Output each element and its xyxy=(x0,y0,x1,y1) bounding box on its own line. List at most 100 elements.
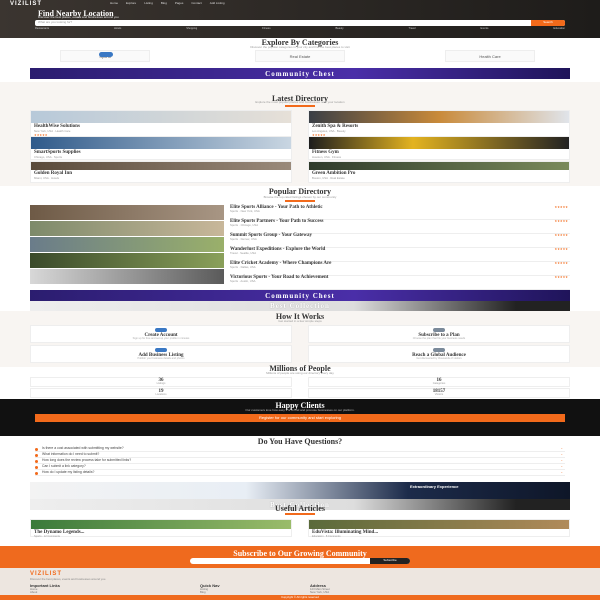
listing-card[interactable]: Golden Royal Inn Miami, USA · Hotels xyxy=(30,161,292,183)
popular-subtitle: Browse the top-rated listings chosen by … xyxy=(263,195,337,199)
faq-item[interactable]: How long does the review process take fo… xyxy=(35,458,565,464)
listing-title[interactable]: HealthWise Solutions xyxy=(31,123,291,130)
chevron-down-icon[interactable]: ⌄ xyxy=(560,464,563,468)
pill[interactable]: Education xyxy=(553,27,565,31)
banner-text: Community Chest xyxy=(265,69,335,78)
bullet-icon xyxy=(35,447,38,451)
popular-image[interactable] xyxy=(30,205,224,220)
stat-label: Locations xyxy=(155,393,167,397)
listing-card[interactable]: SmartSports Supplies Chicago, USA · Spor… xyxy=(30,136,292,160)
faq-question[interactable]: How do I update my listing details? xyxy=(42,470,94,475)
stat-label: Categories xyxy=(432,382,446,386)
nav-item[interactable]: Home xyxy=(110,1,118,5)
listing-meta: Miami, USA · Hotels xyxy=(34,176,60,180)
site-logo[interactable]: VIZILIST xyxy=(10,1,42,7)
faq-title: Do You Have Questions? xyxy=(257,437,343,446)
listing-image xyxy=(309,137,569,149)
pill[interactable]: Hotels xyxy=(114,27,121,31)
popular-row[interactable]: Elite Cricket Academy - Where Champions … xyxy=(230,261,570,276)
chevron-down-icon[interactable]: ⌄ xyxy=(560,458,563,462)
faq-question[interactable]: What information do I need to submit? xyxy=(42,452,99,457)
popular-row-meta: Sports · Denver, USA xyxy=(230,237,257,241)
popular-row-rating: ★★★★★ xyxy=(554,275,568,279)
listing-card[interactable]: Fitness Gym Houston, USA · Fitness xyxy=(308,136,570,160)
chevron-down-icon[interactable]: ⌄ xyxy=(560,446,563,450)
popular-image[interactable] xyxy=(30,253,224,268)
article-title[interactable]: EduVista: Illuminating Mind... xyxy=(309,529,569,536)
pill[interactable]: Beauty xyxy=(335,27,343,31)
category-card[interactable]: Real Estate xyxy=(255,50,345,62)
faq-item[interactable]: How do I update my listing details? ⌄ xyxy=(35,470,565,476)
popular-image[interactable] xyxy=(30,221,224,236)
promo-banner[interactable]: Community Chest xyxy=(30,68,570,79)
category-card[interactable]: Health Care xyxy=(445,50,535,62)
listing-card[interactable]: Green Ambition Pro Boston, USA · Real Es… xyxy=(308,161,570,183)
search-input[interactable]: What are you looking for? xyxy=(38,20,72,24)
popular-row-meta: Sports · Austin, USA xyxy=(230,279,256,283)
article-card[interactable]: EduVista: Illuminating Mind... Education … xyxy=(308,519,570,538)
faq-item[interactable]: Is there a cost associated with submitti… xyxy=(35,446,565,452)
nav-item[interactable]: Explore xyxy=(126,1,136,5)
pill[interactable]: Events xyxy=(481,27,489,31)
popular-image[interactable] xyxy=(30,269,224,284)
title-underline xyxy=(285,200,315,202)
listing-title[interactable]: SmartSports Supplies xyxy=(31,149,291,156)
popular-row-rating: ★★★★★ xyxy=(554,261,568,265)
pill[interactable]: Shopping xyxy=(186,27,197,31)
chevron-down-icon[interactable]: ⌄ xyxy=(560,452,563,456)
listing-title[interactable]: Zenith Spa & Resorts xyxy=(309,123,569,130)
listing-image xyxy=(309,162,569,170)
collection-text: Best Collection xyxy=(270,302,330,310)
popular-row[interactable]: Elite Sports Alliance - Your Path to Ath… xyxy=(230,205,570,220)
nav-item[interactable]: Listing xyxy=(144,1,153,5)
pill[interactable]: Travel xyxy=(408,27,415,31)
nav-item[interactable]: Contact xyxy=(191,1,201,5)
promo-banner[interactable]: Community Chest xyxy=(30,290,570,301)
listing-icon xyxy=(155,348,167,352)
popular-row[interactable]: Elite Sports Partners - Your Path to Suc… xyxy=(230,219,570,234)
pill[interactable]: Restaurants xyxy=(35,27,49,31)
faq-question[interactable]: Can I submit a link category? xyxy=(42,464,86,469)
categories-subtitle: Discover the popular categories in your … xyxy=(250,45,350,49)
bullet-icon xyxy=(35,471,38,475)
search-bar[interactable]: What are you looking for? Search xyxy=(35,20,565,26)
popular-row[interactable]: Summit Sports Group - Your Gateway Sports… xyxy=(230,233,570,248)
footer-link[interactable]: About xyxy=(30,590,130,594)
clients-text: Our customers love how easy it is to fin… xyxy=(245,408,355,412)
hero-subtitle: Discover the best places, events and bus… xyxy=(38,15,119,19)
chevron-down-icon[interactable]: ⌄ xyxy=(560,470,563,474)
popular-image[interactable] xyxy=(30,237,224,252)
stat-label: Visitors xyxy=(434,393,444,397)
category-card[interactable]: Sports xyxy=(60,50,150,62)
popular-row-rating: ★★★★★ xyxy=(554,219,568,223)
step-desc: Choose the plan that fits your business … xyxy=(412,337,466,340)
popular-row-meta: Travel · Seattle, USA xyxy=(230,251,257,255)
subscribe-button[interactable]: Subscribe xyxy=(370,558,410,564)
article-title[interactable]: The Dynamo Legends... xyxy=(31,529,291,536)
collection-banner[interactable]: Best Collection xyxy=(30,301,570,311)
popular-row[interactable]: Wanderlust Expeditions - Explore the Wor… xyxy=(230,247,570,262)
globe-icon xyxy=(433,348,445,352)
nav-item[interactable]: Pages xyxy=(175,1,184,5)
article-card[interactable]: The Dynamo Legends... Sports · 12 Comment… xyxy=(30,519,292,538)
step-card: Add Business Listing Publish your busines… xyxy=(30,345,292,363)
popular-row[interactable]: Victorious Sports - Your Road to Achieve… xyxy=(230,275,570,290)
faq-item[interactable]: Can I submit a link category? ⌄ xyxy=(35,464,565,470)
how-subtitle: Get started in a few simple steps xyxy=(278,319,322,323)
footer-link[interactable]: Blog xyxy=(200,590,300,594)
step-desc: Get discovered by thousands of visitors xyxy=(416,357,462,360)
search-button[interactable]: Search xyxy=(531,20,565,26)
faq-question[interactable]: How long does the review process take fo… xyxy=(42,458,131,463)
listing-title[interactable]: Fitness Gym xyxy=(309,149,569,156)
footer-col: Quick Nav Listing Blog xyxy=(200,583,300,594)
listing-title[interactable]: Green Ambition Pro xyxy=(309,170,569,177)
faq-question[interactable]: Is there a cost associated with submitti… xyxy=(42,446,124,451)
popular-row-rating: ★★★★★ xyxy=(554,233,568,237)
step-card: Create Account Sign up for free and set u… xyxy=(30,325,292,343)
listing-title[interactable]: Golden Royal Inn xyxy=(31,170,291,177)
nav-item[interactable]: Add Listing xyxy=(210,1,225,5)
clients-cta[interactable]: Register for our community and start exp… xyxy=(35,414,565,422)
nav-item[interactable]: Blog xyxy=(161,1,167,5)
pill[interactable]: Fitness xyxy=(262,27,270,31)
listing-meta: Chicago, USA · Sports xyxy=(34,155,62,159)
